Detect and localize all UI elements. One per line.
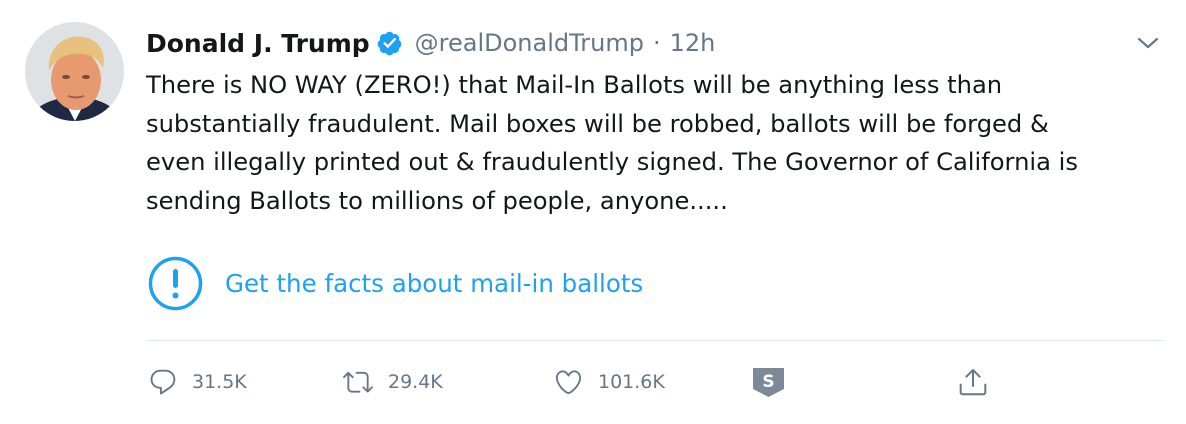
avatar[interactable] — [25, 22, 124, 121]
tweet-text: There is NO WAY (ZERO!) that Mail-In Bal… — [146, 66, 1176, 220]
s-badge-icon: S — [753, 368, 784, 397]
tweet-text-line: substantially fraudulent. Mail boxes wil… — [146, 109, 1049, 138]
reply-icon — [150, 369, 176, 395]
tweet-timestamp[interactable]: 12h — [670, 29, 716, 57]
reply-count: 31.5K — [192, 371, 247, 393]
share-button[interactable] — [957, 364, 989, 400]
tweet-text-line: even illegally printed out & fraudulentl… — [146, 148, 1078, 176]
author-handle[interactable]: @realDonaldTrump — [415, 29, 644, 57]
extension-badge-letter: S — [762, 372, 774, 392]
tweet-text-line: sending Ballots to millions of people, a… — [146, 186, 728, 215]
heart-icon — [555, 370, 582, 395]
fact-check-label[interactable]: Get the facts about mail-in ballots — [225, 269, 643, 298]
reply-button[interactable]: 31.5K — [148, 364, 247, 400]
share-icon — [959, 369, 987, 396]
header-separator: · — [652, 29, 661, 57]
tweet-card: Donald J. Trump @realDonaldTrump · 12h T… — [0, 0, 1186, 424]
tweet-text-line: There is NO WAY (ZERO!) that Mail-In Bal… — [146, 71, 1003, 99]
avatar-image — [25, 22, 124, 121]
divider — [146, 340, 1164, 341]
retweet-count: 29.4K — [388, 371, 443, 393]
chevron-down-icon[interactable] — [1136, 34, 1160, 52]
tweet-header: Donald J. Trump @realDonaldTrump · 12h — [146, 24, 715, 62]
like-button[interactable]: 101.6K — [553, 364, 665, 400]
extension-button[interactable]: S — [751, 364, 786, 400]
verified-badge-icon — [377, 31, 401, 55]
fact-check-link[interactable]: Get the facts about mail-in ballots — [148, 256, 643, 311]
retweet-icon — [343, 371, 373, 393]
author-name[interactable]: Donald J. Trump — [146, 29, 370, 58]
retweet-button[interactable]: 29.4K — [342, 364, 443, 400]
exclamation-circle-icon — [148, 256, 203, 311]
like-count: 101.6K — [598, 371, 665, 393]
